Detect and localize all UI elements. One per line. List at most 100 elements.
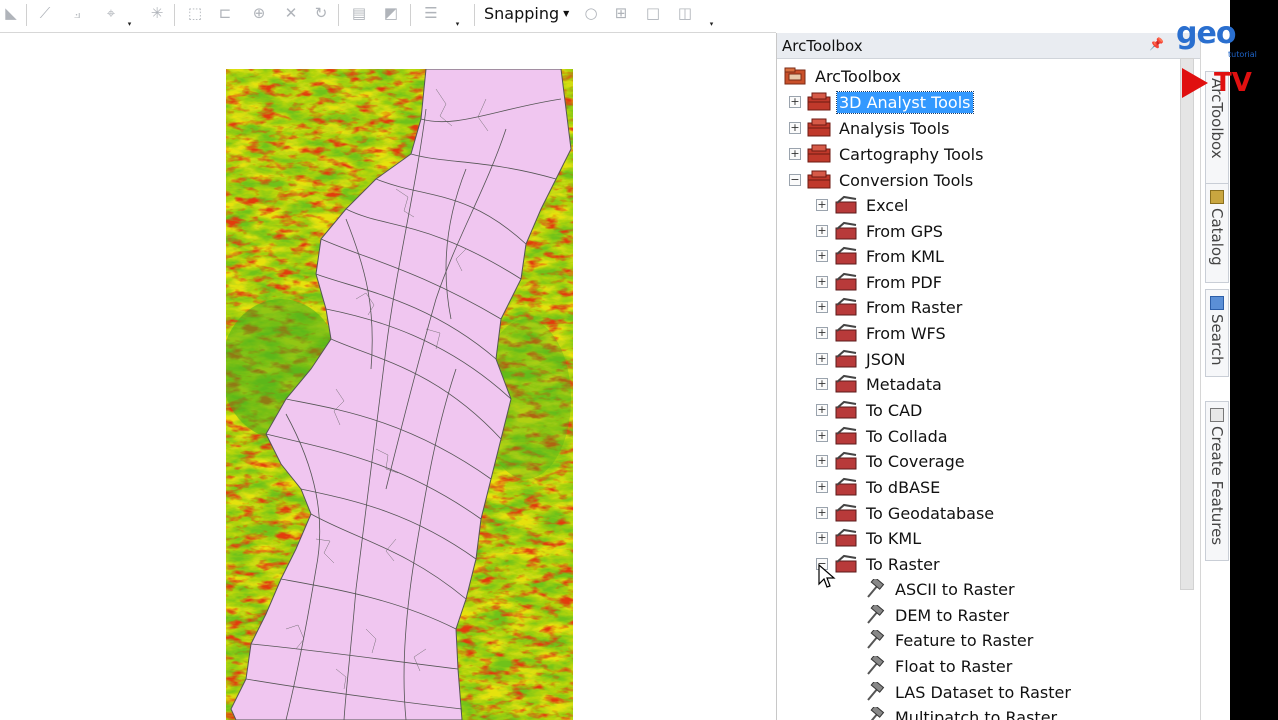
toolset-item[interactable]: + From KML [816, 244, 946, 268]
chevron-down-icon: ▼ [563, 8, 570, 18]
toolbox-item[interactable]: − Conversion Tools [789, 168, 975, 192]
expand-icon[interactable]: + [816, 455, 828, 467]
toolset-icon [835, 451, 857, 470]
split-icon[interactable]: ✕ [280, 2, 302, 24]
expand-icon[interactable]: + [789, 96, 801, 108]
toolset-icon [835, 503, 857, 522]
toolset-label: From GPS [866, 221, 943, 241]
toolset-item[interactable]: + To Coverage [816, 449, 967, 473]
toolbox-item[interactable]: + Cartography Tools [789, 142, 985, 166]
sketch-properties-icon[interactable]: ◩ [380, 2, 402, 24]
snapping-dropdown[interactable]: Snapping ▼ [484, 2, 569, 24]
tool-item[interactable]: ASCII to Raster [863, 577, 1017, 601]
expand-icon[interactable]: + [816, 507, 828, 519]
toolset-label: To KML [866, 528, 922, 548]
panel-title: ArcToolbox [782, 36, 863, 55]
map-display[interactable] [0, 33, 776, 720]
hammer-icon [867, 682, 885, 701]
toolbox-item[interactable]: + Analysis Tools [789, 116, 951, 140]
tool-label: DEM to Raster [895, 605, 1010, 625]
arcmap-window: ◣ ⟋ ⟓ ⌖ ▾ ✳ ⬚ ⊏ ⊕ ✕ ↻ ▤ ◩ ☰ ▾ Snapping ▼… [0, 0, 1278, 720]
toolbox-icon [807, 170, 831, 189]
expand-icon[interactable]: + [816, 532, 828, 544]
tree-root[interactable]: ArcToolbox [783, 64, 903, 88]
snapping-label: Snapping [484, 3, 560, 23]
toolset-item[interactable]: + JSON [816, 347, 907, 371]
toolbox-item[interactable]: + 3D Analyst Tools [789, 90, 974, 114]
redo-icon[interactable]: ↻ [310, 2, 332, 24]
expand-icon[interactable]: + [816, 276, 828, 288]
end-snap-icon[interactable]: ⊞ [610, 2, 632, 24]
expand-icon[interactable]: + [816, 199, 828, 211]
toolset-item[interactable]: + To dBASE [816, 475, 942, 499]
midpoint-icon[interactable]: ✳ [146, 2, 168, 24]
logo-brand: geo [1176, 16, 1236, 51]
point-snap-icon[interactable]: ○ [580, 2, 602, 24]
table-icon[interactable]: ▤ [348, 2, 370, 24]
edit-vertices-icon[interactable]: ◣ [0, 2, 22, 24]
expand-icon[interactable]: + [816, 481, 828, 493]
expand-icon[interactable]: + [816, 353, 828, 365]
cut-icon[interactable]: ⊕ [248, 2, 270, 24]
tool-item[interactable]: Multipatch to Raster [863, 705, 1059, 720]
toolset-icon [835, 323, 857, 342]
toolset-icon [835, 349, 857, 368]
toolset-item[interactable]: + From Raster [816, 295, 964, 319]
tool-item[interactable]: LAS Dataset to Raster [863, 680, 1073, 704]
toolset-item[interactable]: + To CAD [816, 398, 924, 422]
toolbar-separator [174, 4, 175, 26]
attributes-icon[interactable]: ☰ [420, 2, 442, 24]
expand-icon[interactable]: + [816, 225, 828, 237]
line-icon[interactable]: ⟋ [34, 2, 56, 24]
toolset-item[interactable]: + Excel [816, 193, 910, 217]
tab-search-label: Search [1208, 314, 1226, 366]
arctoolbox-panel: ArcToolbox 📌 ArcToolbox + 3D Analyst Too… [776, 33, 1200, 720]
vertex-snap-icon[interactable]: □ [642, 2, 664, 24]
toolbar-options-icon[interactable]: ▾ [452, 10, 463, 28]
rotate-icon[interactable]: ⬚ [184, 2, 206, 24]
side-dock: ArcToolbox Catalog Search Create Feature… [1200, 33, 1230, 720]
toolbox-folder-icon [784, 67, 806, 85]
hammer-icon [867, 605, 885, 624]
expand-icon[interactable]: + [816, 378, 828, 390]
tool-item[interactable]: DEM to Raster [863, 603, 1011, 627]
toolset-item[interactable]: + To KML [816, 526, 923, 550]
toolset-item[interactable]: + To Geodatabase [816, 501, 996, 525]
curve-icon[interactable]: ⟓ [66, 2, 88, 24]
toolset-item[interactable]: + Metadata [816, 372, 944, 396]
expand-icon[interactable]: + [816, 430, 828, 442]
tool-item[interactable]: Feature to Raster [863, 628, 1035, 652]
toolset-item[interactable]: + To Collada [816, 424, 950, 448]
hammer-icon [870, 707, 885, 720]
reshape-icon[interactable]: ⊏ [214, 2, 236, 24]
collapse-icon[interactable]: − [789, 174, 801, 186]
tree-scrollbar[interactable] [1176, 58, 1198, 590]
pin-icon[interactable]: 📌 [1149, 37, 1164, 51]
expand-icon[interactable]: + [816, 250, 828, 262]
toolset-item[interactable]: + From GPS [816, 219, 945, 243]
toolset-label: JSON [866, 349, 906, 369]
toolset-item[interactable]: + From WFS [816, 321, 948, 345]
logo-channel: TV [1214, 68, 1252, 98]
toolset-label: To Coverage [866, 451, 965, 471]
snapping-options-icon[interactable]: ▾ [706, 10, 717, 28]
trace-icon[interactable]: ⌖ [100, 2, 122, 24]
hammer-icon [867, 656, 885, 675]
toolset-item[interactable]: + From PDF [816, 270, 944, 294]
expand-icon[interactable]: + [816, 327, 828, 339]
toolset-icon [835, 374, 857, 393]
tab-search[interactable]: Search [1205, 289, 1229, 377]
expand-icon[interactable]: + [816, 301, 828, 313]
edge-snap-icon[interactable]: ◫ [674, 2, 696, 24]
tab-catalog[interactable]: Catalog [1205, 183, 1229, 283]
tool-item[interactable]: Float to Raster [863, 654, 1014, 678]
expand-icon[interactable]: + [816, 404, 828, 416]
expand-icon[interactable]: + [789, 148, 801, 160]
hammer-icon [867, 579, 885, 598]
map-layer-raster [226, 69, 573, 720]
scrollbar-thumb[interactable] [1180, 58, 1194, 590]
toolset-icon [835, 477, 857, 496]
expand-icon[interactable]: + [789, 122, 801, 134]
trace-dropdown-icon[interactable]: ▾ [124, 10, 135, 28]
tab-create-features[interactable]: Create Features [1205, 401, 1229, 561]
